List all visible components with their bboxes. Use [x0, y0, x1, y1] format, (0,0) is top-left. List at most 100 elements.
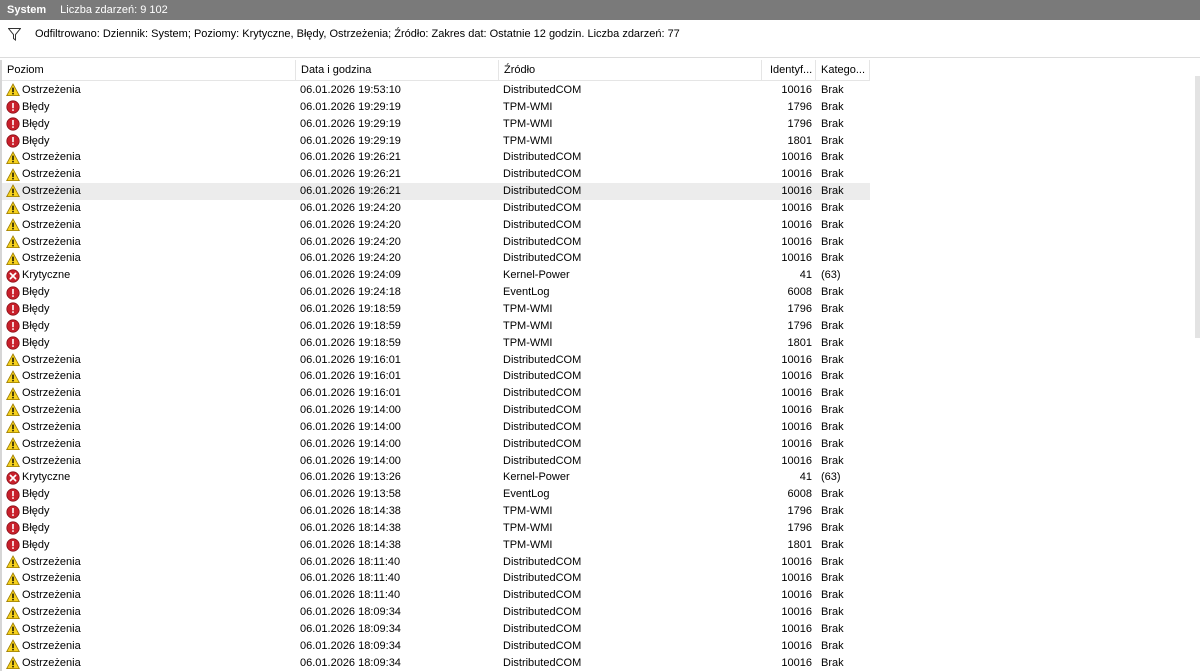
event-id-cell: 41 — [799, 471, 812, 484]
source-cell: TPM-WMI — [503, 134, 553, 147]
level-text: Ostrzeżenia — [22, 656, 81, 669]
level-cell: Błędy — [6, 520, 291, 537]
source-cell: DistributedCOM — [503, 387, 582, 400]
event-row[interactable]: Ostrzeżenia 06.01.2026 19:14:00 Distribute… — [2, 436, 870, 453]
event-row[interactable]: Ostrzeżenia 06.01.2026 19:24:20 Distribute… — [2, 234, 870, 251]
date-cell: 06.01.2026 19:26:21 — [300, 185, 401, 198]
error-icon — [6, 336, 20, 350]
date-cell: 06.01.2026 19:26:21 — [300, 168, 401, 181]
event-row[interactable]: Błędy 06.01.2026 19:18:59 TPM-WMI 1796 Brak — [2, 301, 870, 318]
date-cell: 06.01.2026 19:16:01 — [300, 370, 401, 383]
level-cell: Ostrzeżenia — [6, 621, 291, 638]
event-id-cell: 6008 — [787, 286, 812, 299]
warning-icon — [6, 184, 20, 198]
source-cell: TPM-WMI — [503, 100, 553, 113]
event-row[interactable]: Błędy 06.01.2026 19:29:19 TPM-WMI 1796 Brak — [2, 99, 870, 116]
level-cell: Ostrzeżenia — [6, 419, 291, 436]
event-row[interactable]: Ostrzeżenia 06.01.2026 19:26:21 Distribute… — [2, 183, 870, 200]
event-row[interactable]: Ostrzeżenia 06.01.2026 18:09:34 Distribute… — [2, 655, 870, 671]
source-cell: TPM-WMI — [503, 521, 553, 534]
event-list[interactable]: Poziom Data i godzina Źródło Identyf... … — [0, 60, 1200, 671]
event-id-cell: 10016 — [781, 420, 812, 433]
category-cell: Brak — [821, 505, 844, 518]
level-cell: Ostrzeżenia — [6, 217, 291, 234]
filter-description: Odfiltrowano: Dziennik: System; Poziomy:… — [35, 28, 680, 40]
category-cell: Brak — [821, 488, 844, 501]
level-text: Błędy — [22, 521, 50, 534]
level-cell: Błędy — [6, 284, 291, 301]
event-row[interactable]: Błędy 06.01.2026 19:29:19 TPM-WMI 1801 Brak — [2, 133, 870, 150]
column-header-category[interactable]: Katego... — [816, 60, 870, 81]
event-id-cell: 10016 — [781, 572, 812, 585]
category-cell: Brak — [821, 404, 844, 417]
event-row[interactable]: Ostrzeżenia 06.01.2026 18:09:34 Distribute… — [2, 621, 870, 638]
event-row[interactable]: Ostrzeżenia 06.01.2026 18:11:40 Distribute… — [2, 570, 870, 587]
event-row[interactable]: Krytyczne 06.01.2026 19:13:26 Kernel-Power… — [2, 469, 870, 486]
date-cell: 06.01.2026 19:18:59 — [300, 302, 401, 315]
level-cell: Ostrzeżenia — [6, 436, 291, 453]
event-row[interactable]: Krytyczne 06.01.2026 19:24:09 Kernel-Power… — [2, 267, 870, 284]
event-row[interactable]: Ostrzeżenia 06.01.2026 18:11:40 Distribute… — [2, 587, 870, 604]
column-header-id[interactable]: Identyf... — [762, 60, 816, 81]
category-cell: Brak — [821, 235, 844, 248]
event-row[interactable]: Błędy 06.01.2026 19:18:59 TPM-WMI 1796 Brak — [2, 318, 870, 335]
column-header-date[interactable]: Data i godzina — [296, 60, 499, 81]
date-cell: 06.01.2026 18:11:40 — [300, 555, 401, 568]
level-text: Ostrzeżenia — [22, 404, 81, 417]
source-cell: DistributedCOM — [503, 218, 582, 231]
error-icon — [6, 538, 20, 552]
event-row[interactable]: Błędy 06.01.2026 19:18:59 TPM-WMI 1801 Brak — [2, 335, 870, 352]
date-cell: 06.01.2026 18:14:38 — [300, 505, 401, 518]
level-text: Błędy — [22, 134, 50, 147]
event-row[interactable]: Ostrzeżenia 06.01.2026 19:26:21 Distribute… — [2, 149, 870, 166]
source-cell: DistributedCOM — [503, 84, 582, 96]
level-text: Krytyczne — [22, 471, 71, 484]
event-row[interactable]: Ostrzeżenia 06.01.2026 19:16:01 Distribute… — [2, 352, 870, 369]
warning-icon — [6, 201, 20, 215]
level-cell: Błędy — [6, 335, 291, 352]
event-row[interactable]: Ostrzeżenia 06.01.2026 19:16:01 Distribute… — [2, 368, 870, 385]
scrollbar-thumb[interactable] — [1195, 76, 1200, 338]
event-id-cell: 10016 — [781, 589, 812, 602]
source-cell: DistributedCOM — [503, 639, 582, 652]
event-row[interactable]: Błędy 06.01.2026 19:24:18 EventLog 6008 Brak — [2, 284, 870, 301]
event-row[interactable]: Ostrzeżenia 06.01.2026 19:53:10 Distribute… — [2, 82, 870, 99]
event-row[interactable]: Ostrzeżenia 06.01.2026 19:26:21 Distribute… — [2, 166, 870, 183]
event-row[interactable]: Ostrzeżenia 06.01.2026 19:16:01 Distribute… — [2, 385, 870, 402]
warning-icon — [6, 386, 20, 400]
event-row[interactable]: Ostrzeżenia 06.01.2026 19:14:00 Distribute… — [2, 419, 870, 436]
event-row[interactable]: Ostrzeżenia 06.01.2026 18:09:34 Distribute… — [2, 638, 870, 655]
source-cell: DistributedCOM — [503, 201, 582, 214]
level-cell: Ostrzeżenia — [6, 166, 291, 183]
level-cell: Błędy — [6, 537, 291, 554]
event-row[interactable]: Ostrzeżenia 06.01.2026 19:14:00 Distribute… — [2, 453, 870, 470]
event-row[interactable]: Błędy 06.01.2026 19:13:58 EventLog 6008 Brak — [2, 486, 870, 503]
column-header-source[interactable]: Źródło — [499, 60, 762, 81]
event-count: Liczba zdarzeń: 9 102 — [60, 4, 168, 16]
source-cell: TPM-WMI — [503, 117, 553, 130]
source-cell: TPM-WMI — [503, 505, 553, 518]
source-cell: EventLog — [503, 488, 550, 501]
event-row[interactable]: Błędy 06.01.2026 19:29:19 TPM-WMI 1796 Brak — [2, 116, 870, 133]
event-row[interactable]: Błędy 06.01.2026 18:14:38 TPM-WMI 1796 Brak — [2, 520, 870, 537]
category-cell: Brak — [821, 100, 844, 113]
event-row[interactable]: Ostrzeżenia 06.01.2026 18:11:40 Distribute… — [2, 554, 870, 571]
source-cell: DistributedCOM — [503, 420, 582, 433]
column-header-level[interactable]: Poziom — [2, 60, 296, 81]
event-row[interactable]: Ostrzeżenia 06.01.2026 19:24:20 Distribute… — [2, 217, 870, 234]
event-row[interactable]: Ostrzeżenia 06.01.2026 19:14:00 Distribute… — [2, 402, 870, 419]
level-cell: Ostrzeżenia — [6, 250, 291, 267]
category-cell: Brak — [821, 353, 844, 366]
event-id-cell: 10016 — [781, 404, 812, 417]
event-row[interactable]: Ostrzeżenia 06.01.2026 18:09:34 Distribute… — [2, 604, 870, 621]
event-id-cell: 6008 — [787, 488, 812, 501]
category-cell: Brak — [821, 555, 844, 568]
event-id-cell: 10016 — [781, 151, 812, 164]
event-row[interactable]: Ostrzeżenia 06.01.2026 19:24:20 Distribute… — [2, 250, 870, 267]
source-cell: DistributedCOM — [503, 404, 582, 417]
date-cell: 06.01.2026 19:13:58 — [300, 488, 401, 501]
event-row[interactable]: Błędy 06.01.2026 18:14:38 TPM-WMI 1801 Brak — [2, 537, 870, 554]
level-cell: Ostrzeżenia — [6, 149, 291, 166]
event-row[interactable]: Ostrzeżenia 06.01.2026 19:24:20 Distribute… — [2, 200, 870, 217]
event-row[interactable]: Błędy 06.01.2026 18:14:38 TPM-WMI 1796 Brak — [2, 503, 870, 520]
